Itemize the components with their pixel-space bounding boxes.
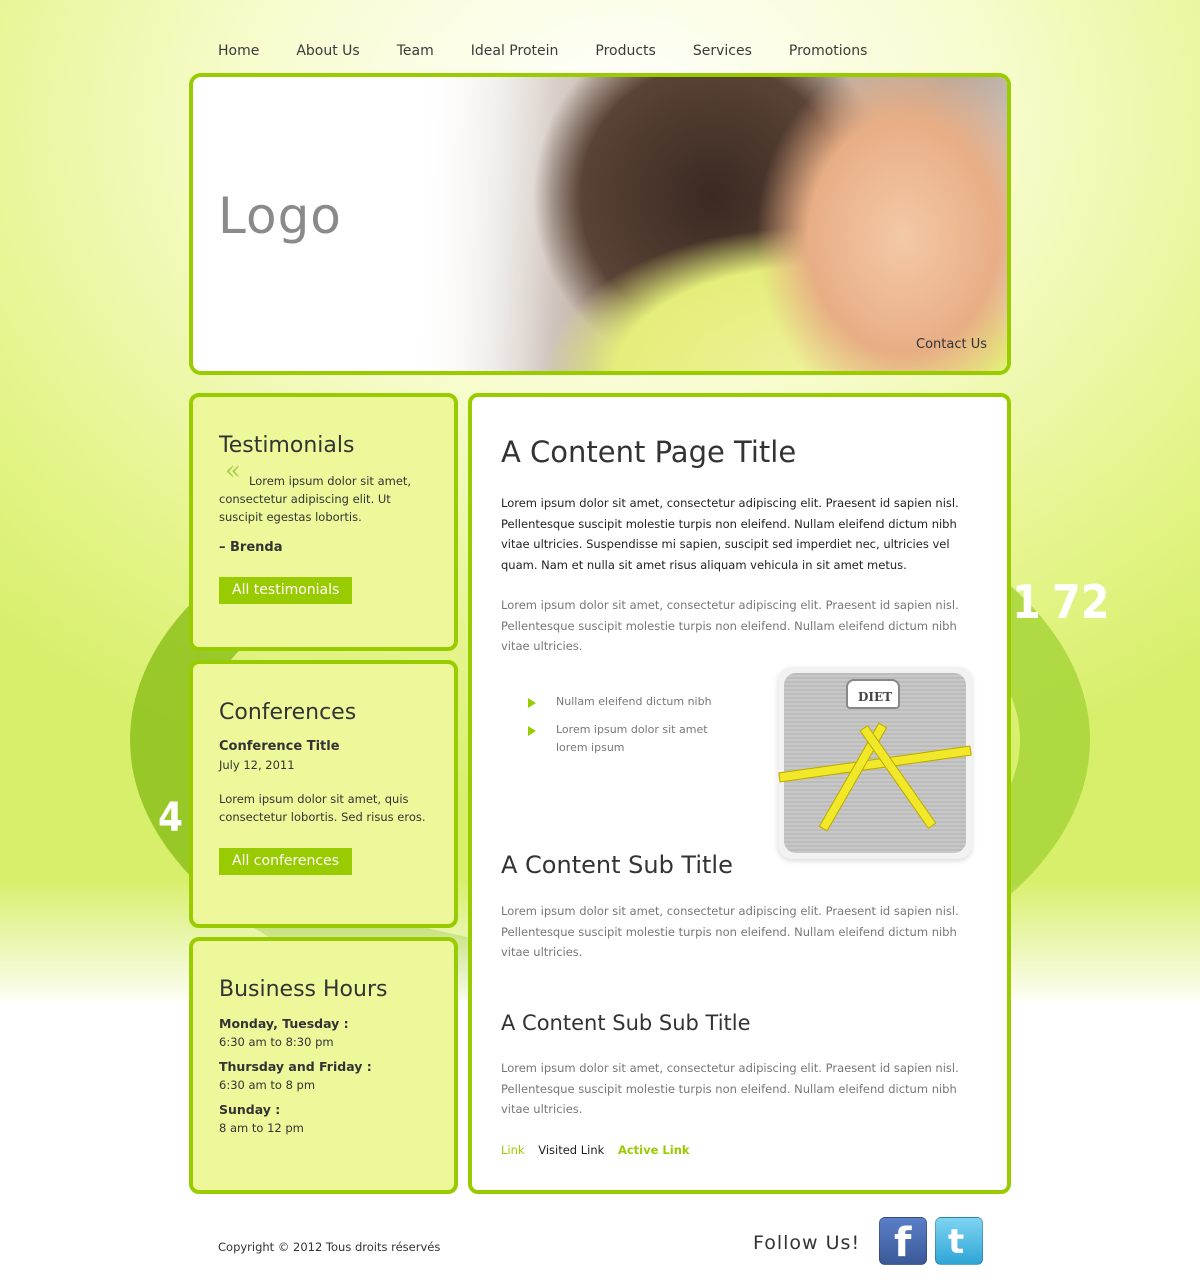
quote-text: Lorem ipsum dolor sit amet, consectetur … (219, 474, 412, 524)
conference-date: July 12, 2011 (219, 758, 295, 772)
page-title: A Content Page Title (501, 435, 797, 469)
conferences-box: Conferences Conference Title July 12, 20… (189, 660, 458, 928)
content-subsubtitle: A Content Sub Sub Title (501, 1011, 751, 1035)
copyright-text: Copyright © 2012 Tous droits réservés (218, 1240, 441, 1254)
nav-item-home[interactable]: Home (199, 43, 277, 59)
testimonials-title: Testimonials (219, 433, 355, 458)
all-conferences-button[interactable]: All conferences (219, 848, 353, 875)
triangle-bullet-icon (528, 726, 536, 736)
scale-dial: DIET (846, 679, 900, 709)
testimonial-quote: « Lorem ipsum dolor sit amet, consectetu… (219, 458, 430, 526)
hours-time: 6:30 am to 8 pm (219, 1078, 316, 1092)
sample-link[interactable]: Link (501, 1143, 525, 1157)
tape-number: 4 (158, 795, 184, 841)
testimonials-box: Testimonials « Lorem ipsum dolor sit ame… (189, 393, 458, 651)
list-item: Nullam eleifend dictum nibh (524, 693, 724, 711)
site-logo[interactable]: Logo (218, 187, 342, 245)
business-hours-title: Business Hours (219, 977, 388, 1002)
list-item: Lorem ipsum dolor sit amet lorem ipsum (524, 721, 724, 757)
nav-item-team[interactable]: Team (378, 43, 452, 59)
bullet-list: Nullam eleifend dictum nibh Lorem ipsum … (524, 693, 724, 767)
hours-entry: Thursday and Friday : 6:30 am to 8 pm (219, 1059, 430, 1092)
conference-text: Lorem ipsum dolor sit amet, quis consect… (219, 792, 426, 824)
intro-paragraph: Lorem ipsum dolor sit amet, consectetur … (501, 496, 959, 572)
testimonial-author: – Brenda (219, 540, 283, 555)
hours-time: 8 am to 12 pm (219, 1121, 304, 1135)
hours-day: Monday, Tuesday : (219, 1016, 349, 1031)
nav-item-promotions[interactable]: Promotions (770, 43, 886, 59)
content-paragraph: Lorem ipsum dolor sit amet, consectetur … (501, 904, 959, 959)
content-paragraph: Lorem ipsum dolor sit amet, consectetur … (501, 1061, 959, 1116)
twitter-icon[interactable]: t (935, 1217, 983, 1265)
facebook-glyph: f (894, 1220, 912, 1266)
sample-visited-link[interactable]: Visited Link (538, 1143, 604, 1157)
quote-icon: « (225, 456, 241, 486)
main-content: A Content Page Title Lorem ipsum dolor s… (468, 393, 1011, 1194)
list-item-text: Nullam eleifend dictum nibh (556, 695, 712, 708)
header-banner: Logo Contact Us (189, 73, 1011, 375)
hours-day: Thursday and Friday : (219, 1059, 372, 1074)
facebook-icon[interactable]: f (879, 1217, 927, 1266)
triangle-bullet-icon (528, 698, 536, 708)
content-paragraph: Lorem ipsum dolor sit amet, consectetur … (501, 598, 959, 653)
business-hours-box: Business Hours Monday, Tuesday : 6:30 am… (189, 937, 458, 1194)
hours-time: 6:30 am to 8:30 pm (219, 1035, 334, 1049)
diet-scale-image: DIET (778, 667, 972, 859)
nav-item-ideal-protein[interactable]: Ideal Protein (452, 43, 577, 59)
conference-title[interactable]: Conference Title (219, 739, 430, 754)
content-subtitle: A Content Sub Title (501, 851, 733, 879)
hours-entry: Monday, Tuesday : 6:30 am to 8:30 pm (219, 1016, 430, 1049)
twitter-glyph: t (948, 1222, 965, 1262)
link-samples: Link Visited Link Active Link (501, 1143, 700, 1157)
nav-item-products[interactable]: Products (576, 43, 673, 59)
main-nav: Home About Us Team Ideal Protein Product… (199, 43, 885, 59)
nav-item-about-us[interactable]: About Us (277, 43, 377, 59)
tape-number: 72 (1052, 575, 1110, 629)
follow-us-label: Follow Us! (753, 1232, 861, 1254)
conferences-title: Conferences (219, 700, 357, 725)
all-testimonials-button[interactable]: All testimonials (219, 577, 353, 604)
scale-label: DIET (858, 690, 893, 704)
nav-item-services[interactable]: Services (674, 43, 770, 59)
hours-entry: Sunday : 8 am to 12 pm (219, 1102, 430, 1135)
sample-active-link[interactable]: Active Link (618, 1143, 690, 1157)
tape-number: 1 (1012, 575, 1041, 629)
hours-day: Sunday : (219, 1102, 281, 1117)
contact-us-link[interactable]: Contact Us (916, 337, 987, 352)
list-item-text: Lorem ipsum dolor sit amet lorem ipsum (556, 723, 708, 754)
